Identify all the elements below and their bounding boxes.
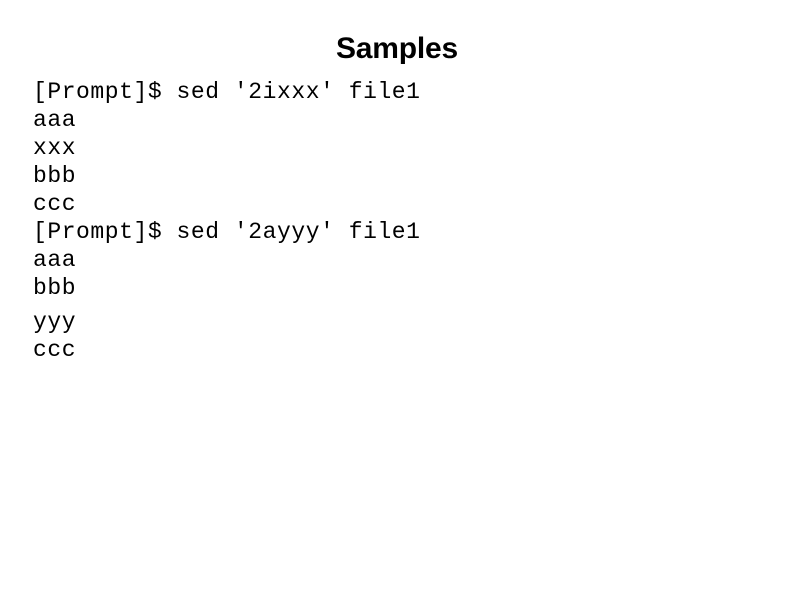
terminal-output-line: xxx	[33, 135, 77, 161]
terminal-output-line: bbb	[33, 163, 77, 189]
terminal-output-line: bbb	[33, 275, 77, 301]
slide-canvas: Samples [Prompt]$ sed '2ixxx' file1 aaa xx…	[0, 0, 794, 595]
terminal-transcript: [Prompt]$ sed '2ixxx' file1 aaa xxx bbb ccc[…	[33, 78, 753, 364]
terminal-command-line: [Prompt]$ sed '2ayyy' file1	[33, 219, 421, 245]
terminal-command-line: [Prompt]$ sed '2ixxx' file1	[33, 79, 421, 105]
terminal-output-line: ccc	[33, 337, 77, 363]
page-title: Samples	[336, 32, 458, 65]
terminal-output-line: aaa	[33, 107, 77, 133]
terminal-output-line: yyy	[33, 309, 77, 335]
terminal-output-line: aaa	[33, 247, 77, 273]
terminal-output-line: ccc	[33, 191, 77, 217]
